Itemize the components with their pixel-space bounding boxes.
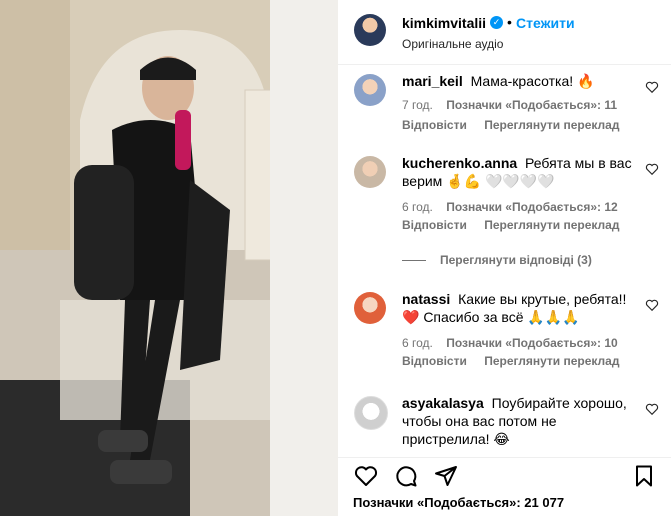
comment-actions: Відповісти Переглянути переклад <box>402 218 633 232</box>
comments-list[interactable]: mari_keil Мама-красотка! 🔥 7 год. Познач… <box>338 64 671 457</box>
commenter-username[interactable]: natassi <box>402 291 450 307</box>
commenter-username[interactable]: asyakalasya <box>402 395 484 411</box>
author-avatar[interactable] <box>354 14 386 46</box>
audio-label[interactable]: Оригінальне аудіо <box>402 37 503 51</box>
translate-button[interactable]: Переглянути переклад <box>484 354 619 368</box>
comment-text: natassi Какие вы крутые, ребята!! ❤️ Спа… <box>402 290 634 326</box>
commenter-username[interactable]: kucherenko.anna <box>402 155 517 171</box>
post-header: kimkimvitalii ✓ • Стежити Оригінальне ау… <box>338 0 671 65</box>
commenter-avatar[interactable] <box>354 156 386 188</box>
view-replies-label: Переглянути відповіді (3) <box>440 253 592 267</box>
comment-meta: 6 год. Позначки «Подобається»: 10 <box>402 336 628 350</box>
comment-meta: 7 год. Позначки «Подобається»: 11 <box>402 98 627 112</box>
comment-message: Мама-красотка! 🔥 <box>470 73 595 89</box>
reply-button[interactable]: Відповісти <box>402 118 467 132</box>
reply-button[interactable]: Відповісти <box>402 354 467 368</box>
bookmark-icon[interactable] <box>632 464 656 488</box>
comment-text: kucherenko.anna Ребята мы в вас верим 🤞💪… <box>402 154 634 190</box>
like-comment-heart-icon[interactable] <box>645 80 659 94</box>
author-username[interactable]: kimkimvitalii <box>402 15 486 31</box>
post-photo <box>0 0 338 516</box>
commenter-username[interactable]: mari_keil <box>402 73 463 89</box>
comment-text: mari_keil Мама-красотка! 🔥 <box>402 72 634 90</box>
comment-time: 6 год. <box>402 336 433 350</box>
translate-button[interactable]: Переглянути переклад <box>484 118 619 132</box>
post-actions-bar: Позначки «Подобається»: 21 077 <box>338 457 671 517</box>
comment-time: 6 год. <box>402 200 433 214</box>
share-icon[interactable] <box>434 464 458 488</box>
like-comment-heart-icon[interactable] <box>645 402 659 416</box>
comment-actions: Відповісти Переглянути переклад <box>402 118 633 132</box>
reply-button[interactable]: Відповісти <box>402 218 467 232</box>
commenter-avatar[interactable] <box>354 396 388 430</box>
comment-actions: Відповісти Переглянути переклад <box>402 354 633 368</box>
commenter-avatar[interactable] <box>354 292 386 324</box>
post-likes-count[interactable]: Позначки «Подобається»: 21 077 <box>353 495 564 510</box>
replies-divider <box>402 260 426 262</box>
comment-likes[interactable]: Позначки «Подобається»: 11 <box>446 98 617 112</box>
follow-button[interactable]: Стежити <box>516 15 575 31</box>
post-panel: kimkimvitalii ✓ • Стежити Оригінальне ау… <box>338 0 671 516</box>
view-replies-button[interactable]: Переглянути відповіді (3) <box>402 253 592 267</box>
like-comment-heart-icon[interactable] <box>645 162 659 176</box>
comment-meta: 6 год. Позначки «Подобається»: 12 <box>402 200 628 214</box>
like-comment-heart-icon[interactable] <box>645 298 659 312</box>
heart-icon[interactable] <box>354 464 378 488</box>
comment-time: 7 год. <box>402 98 433 112</box>
post-media[interactable] <box>0 0 338 516</box>
commenter-avatar[interactable] <box>354 74 386 106</box>
comment-icon[interactable] <box>394 464 418 488</box>
comment-likes[interactable]: Позначки «Подобається»: 10 <box>446 336 617 350</box>
comment-likes[interactable]: Позначки «Подобається»: 12 <box>446 200 617 214</box>
separator-dot: • <box>507 14 512 30</box>
translate-button[interactable]: Переглянути переклад <box>484 218 619 232</box>
verified-icon: ✓ <box>490 16 503 29</box>
comment-text: asyakalasya Поубирайте хорошо, чтобы она… <box>402 394 634 448</box>
